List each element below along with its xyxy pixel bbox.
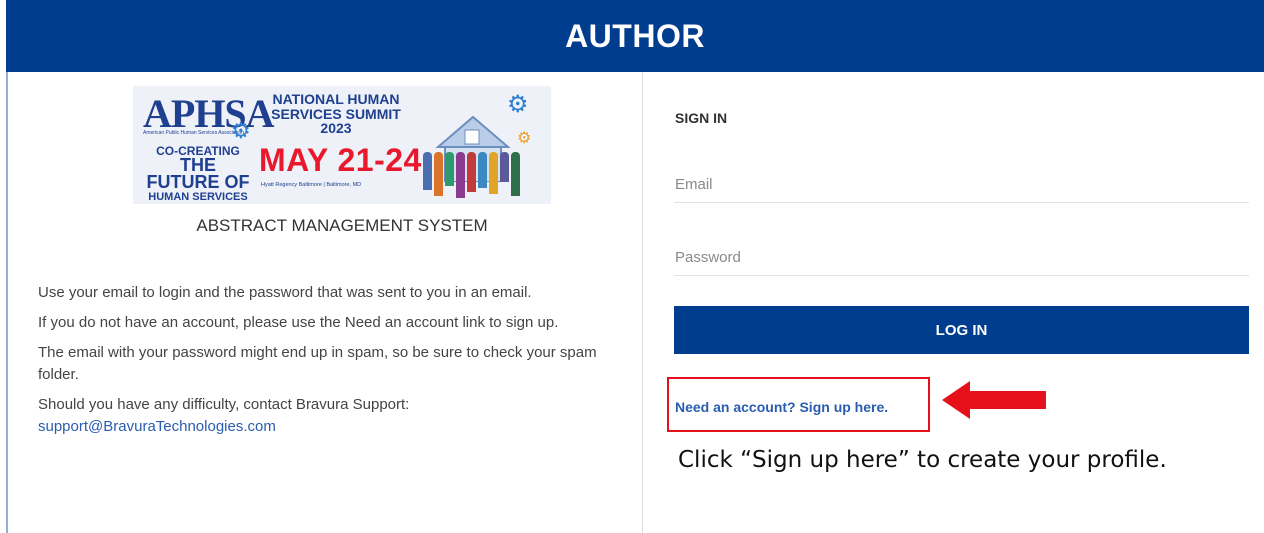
instruction-line: If you do not have an account, please us… [38, 314, 559, 331]
gear-icon: ⚙ [517, 130, 532, 147]
page-header: AUTHOR [6, 0, 1264, 72]
signup-link[interactable]: Need an account? Sign up here. [675, 399, 888, 415]
support-contact: Should you have any difficulty, contact … [38, 394, 628, 438]
support-email-link[interactable]: support@BravuraTechnologies.com [38, 418, 276, 435]
tagline-line-2: THE FUTURE OF [146, 155, 250, 193]
column-divider [642, 72, 643, 533]
instruction-line: Use your email to login and the password… [38, 284, 532, 301]
page-title: AUTHOR [565, 17, 705, 54]
summit-title: NATIONAL HUMAN SERVICES SUMMIT 2023 [271, 91, 401, 137]
event-venue: Hyatt Regency Baltimore | Baltimore, MD [261, 182, 362, 188]
people-illustration-icon [423, 152, 520, 198]
annotation-text: Click “Sign up here” to create your prof… [678, 447, 1167, 473]
gear-icon: ⚙ [507, 91, 529, 118]
tagline-line-3: HUMAN SERVICES [148, 190, 248, 203]
signin-heading: SIGN IN [675, 110, 728, 126]
event-banner-image: APHSA American Public Human Services Ass… [133, 86, 551, 204]
login-instructions: Use your email to login and the password… [38, 282, 628, 446]
instruction-line: The email with your password might end u… [38, 344, 597, 383]
system-title: ABSTRACT MANAGEMENT SYSTEM [196, 216, 488, 235]
event-dates: MAY 21-24 [259, 142, 422, 178]
password-field[interactable] [674, 240, 1249, 276]
red-arrow-icon [942, 381, 1046, 419]
left-border [6, 72, 8, 533]
instruction-line: Should you have any difficulty, contact … [38, 396, 410, 413]
login-button[interactable]: LOG IN [674, 306, 1249, 354]
banner-tagline: CO-CREATING THE FUTURE OF HUMAN SERVICES [143, 145, 253, 203]
gear-icon: ⚙ [231, 118, 251, 143]
email-field[interactable] [674, 167, 1249, 203]
